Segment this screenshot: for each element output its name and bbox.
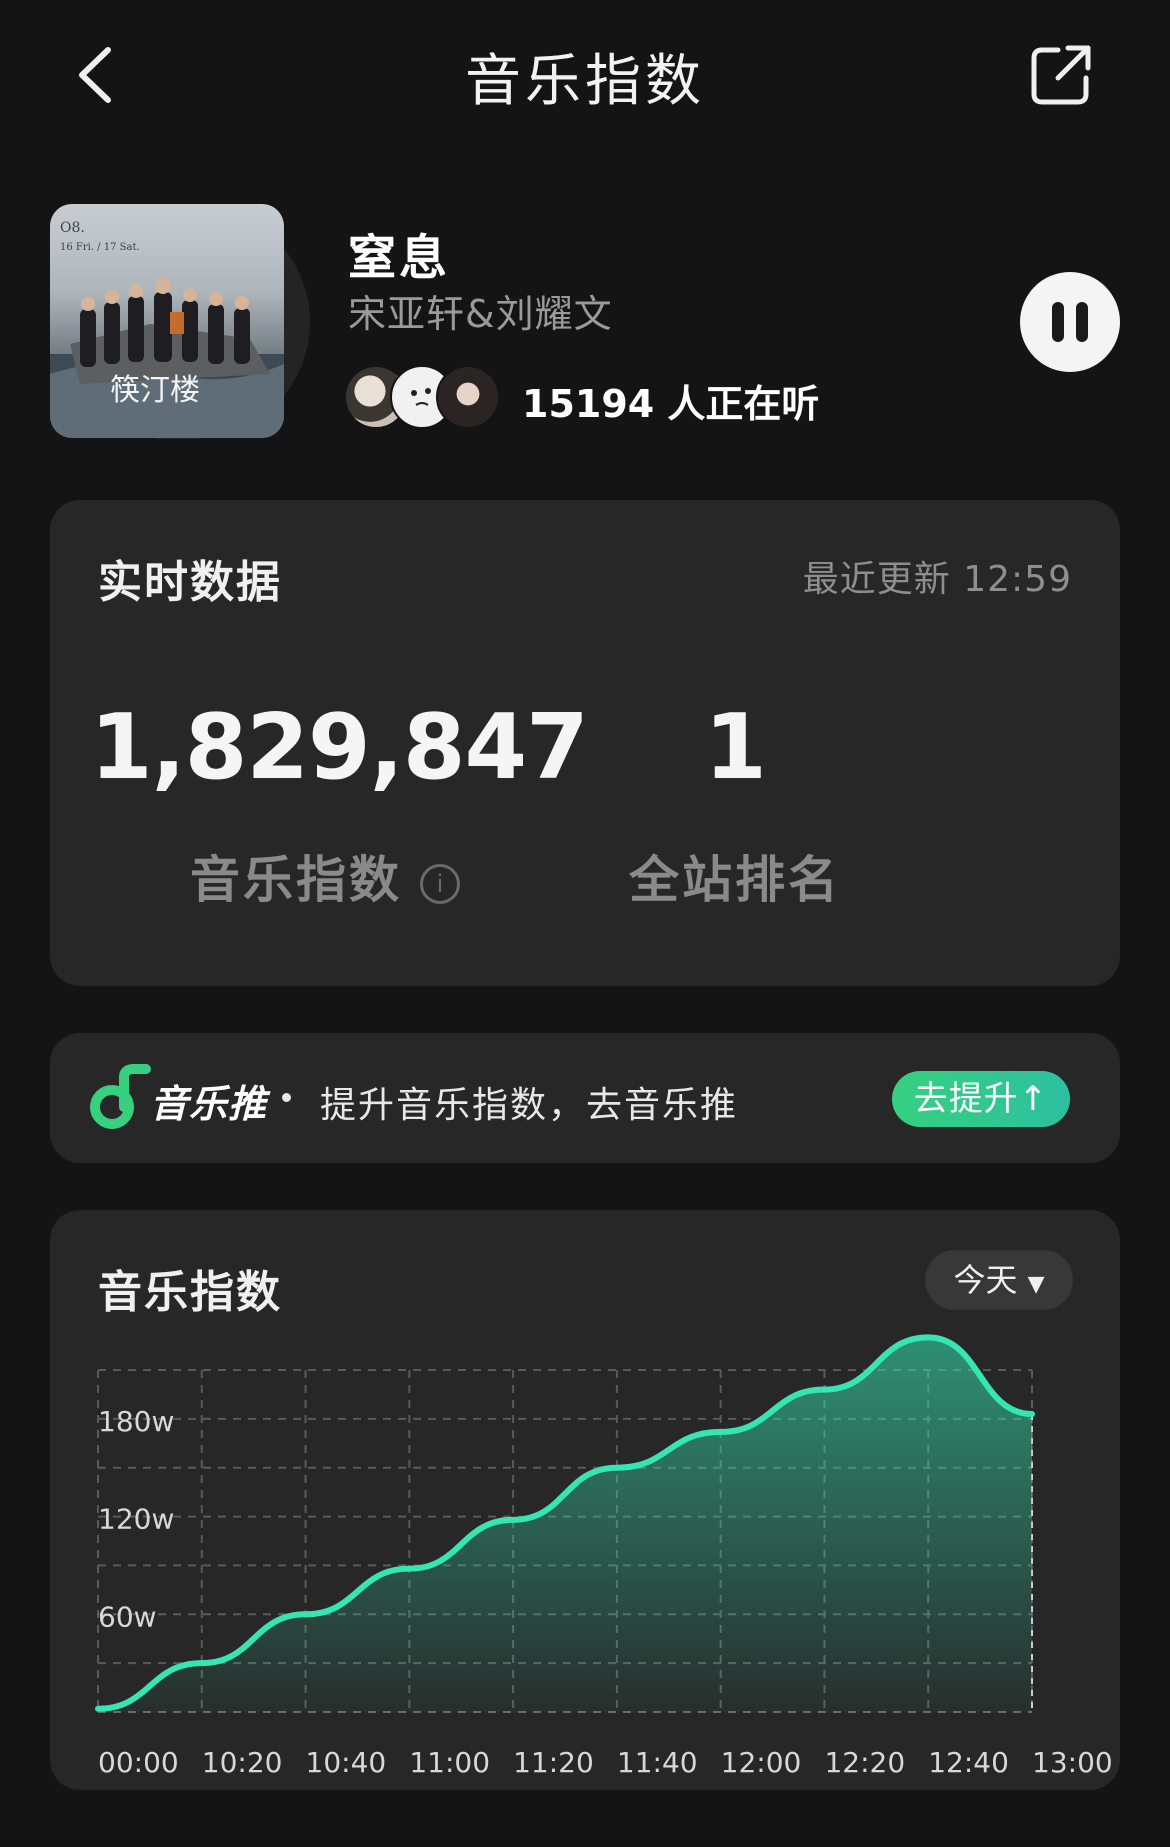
x-tick-label: 13:00	[1032, 1746, 1113, 1779]
rank-value: 1	[704, 695, 767, 800]
listener-avatar	[436, 365, 500, 429]
music-index-label-text: 音乐指数	[190, 851, 402, 909]
y-tick-label: 60w	[98, 1600, 157, 1633]
song-artist[interactable]: 宋亚轩&刘耀文	[348, 283, 613, 338]
x-tick-label: 10:20	[202, 1746, 283, 1779]
pause-button[interactable]	[1020, 272, 1120, 372]
svg-text:O8.: O8.	[60, 220, 85, 236]
rank-label: 全站排名	[629, 851, 841, 909]
updated-time: 最近更新 12:59	[802, 559, 1072, 600]
song-title: 窒息	[348, 230, 451, 286]
x-tick-label: 11:00	[409, 1746, 490, 1779]
x-tick-label: 11:40	[617, 1746, 698, 1779]
album-cover-art: O8. 16 Fri. / 17 Sat. 筷汀楼	[50, 220, 284, 438]
header: 音乐指数	[0, 0, 1170, 150]
separator-dot	[282, 1093, 291, 1102]
promo-brand: 音乐推	[150, 1082, 268, 1126]
realtime-title: 实时数据	[98, 557, 282, 608]
pause-icon-bar	[1076, 302, 1088, 342]
x-tick-label: 11:20	[513, 1746, 594, 1779]
cover-lettering: 筷汀楼	[110, 373, 200, 408]
svg-text:16 Fri. / 17 Sat.: 16 Fri. / 17 Sat.	[60, 242, 140, 253]
promo-text: 提升音乐指数，去音乐推	[320, 1085, 739, 1126]
realtime-card: 实时数据 最近更新 12:59 1,829,847 1 音乐指数 i 全站排名	[50, 500, 1120, 986]
chart-area-fill	[98, 1337, 1032, 1712]
x-tick-label: 00:00	[98, 1746, 179, 1779]
music-note-icon	[90, 1064, 151, 1129]
x-tick-label: 12:40	[928, 1746, 1009, 1779]
info-icon[interactable]: i	[420, 863, 460, 904]
pause-icon	[1052, 302, 1064, 342]
y-tick-label: 180w	[98, 1405, 174, 1438]
album-cover[interactable]: O8. 16 Fri. / 17 Sat. 筷汀楼	[50, 204, 284, 438]
x-tick-label: 12:20	[824, 1746, 905, 1779]
music-index-label[interactable]: 音乐指数 i	[190, 840, 490, 912]
boost-button[interactable]: 去提升↑	[892, 1071, 1070, 1127]
listeners-count: 15194 人正在听	[522, 382, 820, 426]
y-tick-label: 120w	[98, 1503, 174, 1536]
chart-card: 音乐指数 今天 ▼ 60w 120w 180w 00:00 10:20 10:40 11:…	[50, 1210, 1120, 1790]
page-title: 音乐指数	[465, 49, 705, 114]
x-tick-label: 10:40	[306, 1746, 387, 1779]
music-index-chart: 60w 120w 180w 00:00 10:20 10:40 11:00 11:20 11:…	[95, 1334, 1113, 1779]
music-index-value: 1,829,847	[90, 695, 589, 800]
share-external-icon[interactable]	[1030, 44, 1092, 106]
x-tick-label: 12:00	[721, 1746, 802, 1779]
promo-card[interactable]: 音乐推 提升音乐指数，去音乐推 去提升↑	[50, 1033, 1120, 1163]
